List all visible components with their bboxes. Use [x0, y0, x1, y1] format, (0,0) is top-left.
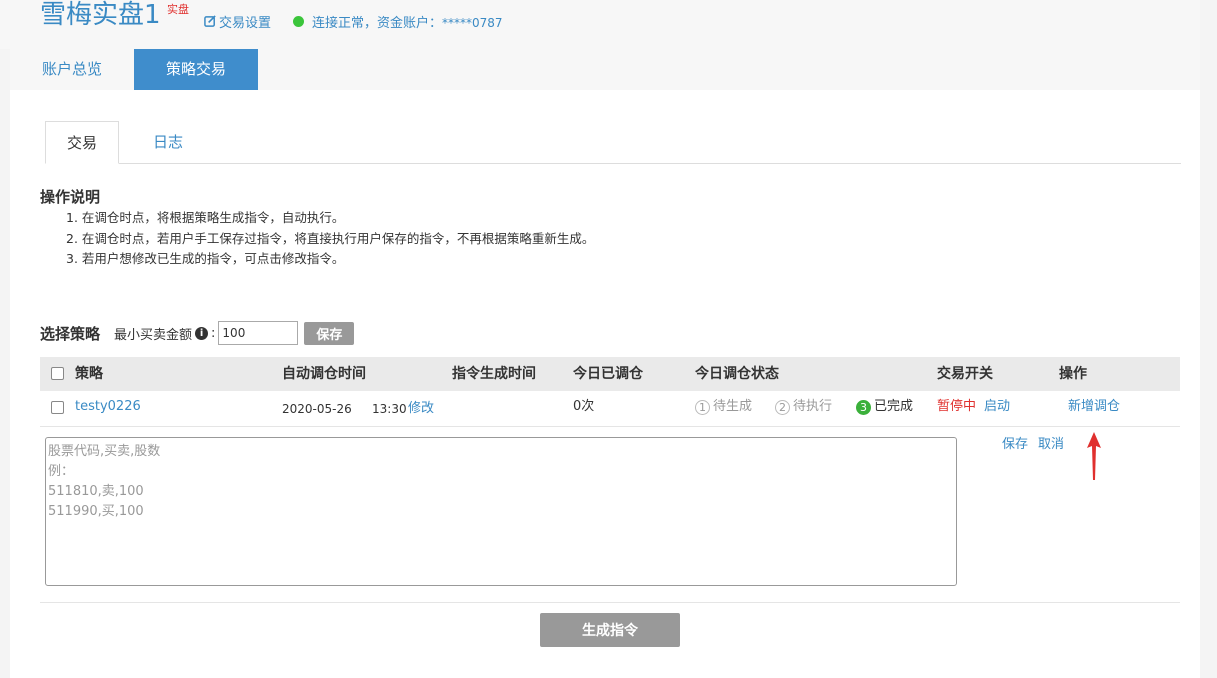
- edit-icon: [204, 15, 216, 27]
- annotation-arrow-icon: [1087, 432, 1101, 480]
- strategy-select-title: 选择策略: [40, 324, 101, 343]
- generate-orders-button[interactable]: 生成指令: [540, 613, 680, 647]
- instruction-item: 2. 在调仓时点，若用户手工保存过指令，将直接执行用户保存的指令，不再根据策略重…: [66, 230, 595, 246]
- row-checkbox[interactable]: [51, 401, 64, 414]
- subtabs-divider: [45, 163, 1181, 164]
- bottom-divider: [40, 602, 1180, 603]
- instruction-item: 1. 在调仓时点，将根据策略生成指令，自动执行。: [66, 210, 345, 225]
- tab-trade[interactable]: 交易: [45, 121, 119, 164]
- min-amount-text: 最小买卖金额: [114, 327, 193, 343]
- min-amount-input[interactable]: [218, 321, 299, 345]
- info-icon[interactable]: i: [195, 326, 209, 340]
- status-step-pending-gen: 1 待生成: [695, 391, 752, 423]
- account-number: *****0787: [442, 16, 503, 30]
- account-title: 雪梅实盘1: [40, 0, 161, 30]
- save-min-amount-button[interactable]: 保存: [304, 321, 355, 345]
- col-switch: 交易开关: [937, 366, 993, 382]
- col-today-status: 今日调仓状态: [695, 366, 779, 382]
- tab-account-overview[interactable]: 账户总览: [10, 49, 134, 90]
- tab-strategy-trading[interactable]: 策略交易: [134, 49, 258, 90]
- status-label: 连接正常，资金账户：: [312, 16, 443, 31]
- step-number: 2: [775, 399, 790, 415]
- today-count: 0次: [573, 399, 595, 414]
- col-gen-time: 指令生成时间: [452, 366, 536, 382]
- col-today-count: 今日已调仓: [573, 366, 643, 382]
- strategy-select-bar: 选择策略 最小买卖金额 i : 保存: [40, 321, 355, 345]
- start-link[interactable]: 启动: [984, 391, 1010, 423]
- select-all-checkbox[interactable]: [51, 367, 64, 380]
- col-operation: 操作: [1059, 366, 1087, 382]
- trade-settings-link[interactable]: 交易设置: [204, 12, 271, 31]
- auto-time: 13:30: [372, 402, 407, 416]
- status-dot-icon: [293, 16, 304, 27]
- add-rebalance-link[interactable]: 新增调仓: [1068, 391, 1120, 423]
- status-step-done: 3 已完成: [856, 391, 913, 423]
- instruction-item: 3. 若用户想修改已生成的指令，可点击修改指令。: [66, 251, 345, 266]
- instructions-title: 操作说明: [40, 188, 101, 206]
- connection-status: 连接正常，资金账户：*****0787: [293, 12, 503, 31]
- table-header: 策略 自动调仓时间 指令生成时间 今日已调仓 今日调仓状态 交易开关 操作: [40, 357, 1180, 391]
- modify-time-link[interactable]: 修改: [408, 393, 434, 425]
- switch-state: 暂停中: [937, 399, 977, 414]
- instructions-list: 1. 在调仓时点，将根据策略生成指令，自动执行。 2. 在调仓时点，若用户手工保…: [66, 208, 594, 270]
- status-text: 连接正常，资金账户：*****0787: [312, 12, 503, 31]
- step-number: 1: [695, 399, 710, 415]
- save-orders-link[interactable]: 保存: [1002, 433, 1028, 452]
- status-step-pending-exec: 2 待执行: [775, 391, 832, 423]
- top-bar: 雪梅实盘1 实盘 交易设置 连接正常，资金账户：*****0787: [0, 0, 1200, 49]
- auto-date: 2020-05-26: [282, 402, 352, 416]
- orders-textarea[interactable]: [45, 437, 957, 586]
- table-row: testy0226 2020-05-26 13:30 修改 0次 1 待生成 2…: [40, 391, 1180, 427]
- orders-editor-actions: 保存 取消: [1002, 433, 1064, 452]
- trade-settings-label: 交易设置: [219, 16, 272, 31]
- content-panel: 交易 日志 操作说明 1. 在调仓时点，将根据策略生成指令，自动执行。 2. 在…: [10, 90, 1200, 678]
- col-strategy: 策略: [75, 366, 103, 382]
- min-amount-label: 最小买卖金额 i :: [114, 324, 215, 343]
- strategy-name-link[interactable]: testy0226: [75, 391, 141, 423]
- main-tabs: 账户总览 策略交易: [10, 49, 1200, 90]
- step-label: 待执行: [793, 399, 833, 414]
- cancel-orders-link[interactable]: 取消: [1038, 433, 1064, 452]
- live-badge: 实盘: [167, 3, 189, 16]
- step-label: 待生成: [713, 399, 753, 414]
- col-auto-time: 自动调仓时间: [282, 366, 366, 382]
- step-number: 3: [856, 399, 871, 415]
- step-label: 已完成: [874, 399, 914, 414]
- tab-log[interactable]: 日志: [131, 121, 205, 164]
- label-colon: :: [211, 325, 216, 341]
